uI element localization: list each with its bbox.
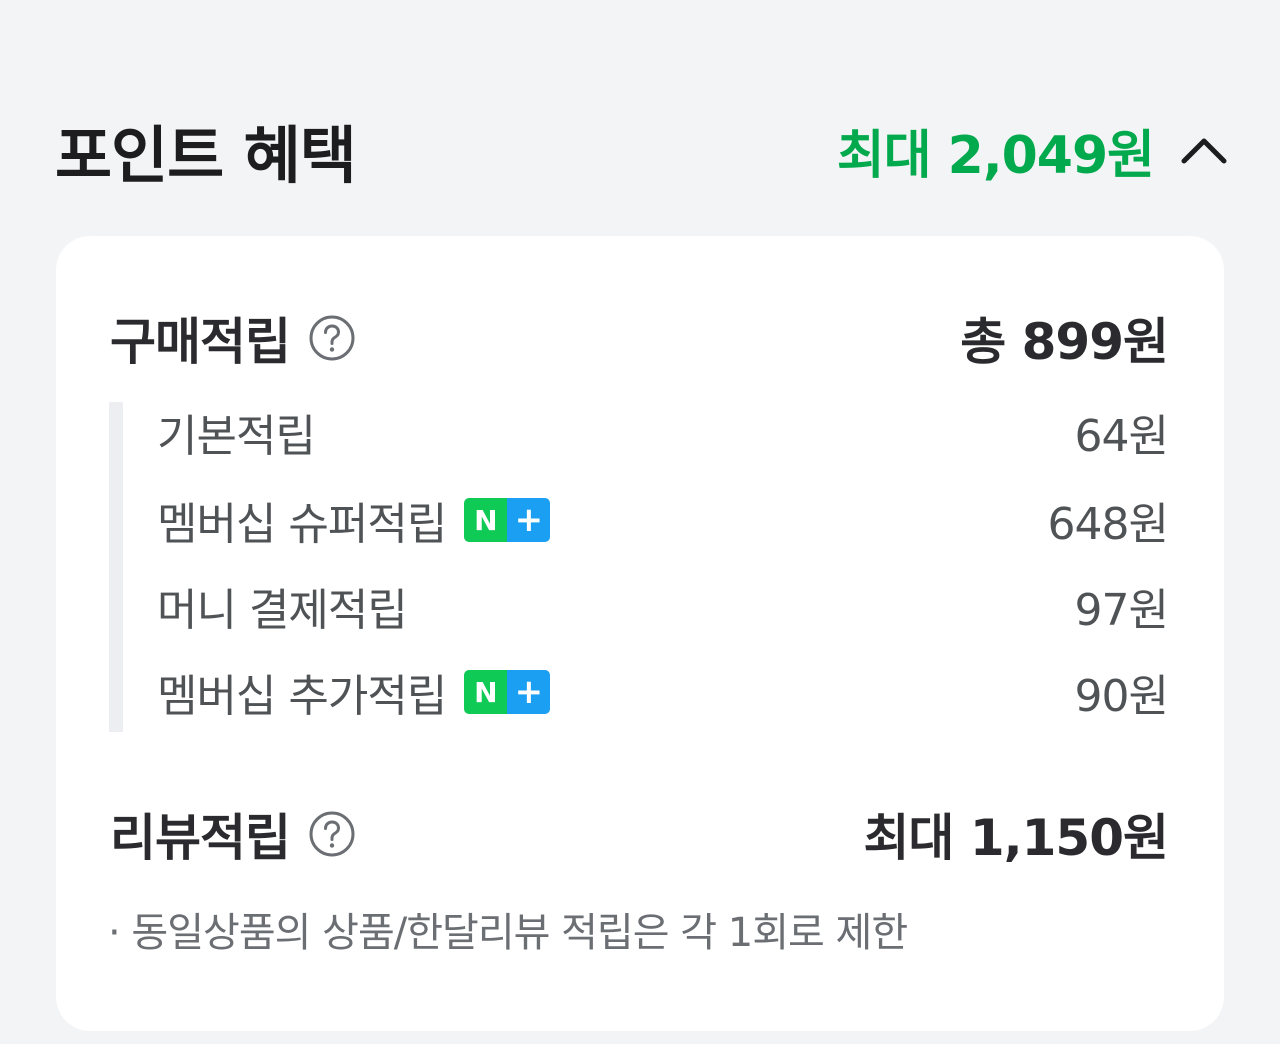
purchase-points-total: 총 899원 <box>960 313 1169 371</box>
question-circle-icon[interactable] <box>308 314 356 362</box>
n-badge-letter: N <box>464 498 508 542</box>
naver-plus-badge: N + <box>464 670 551 714</box>
list-item-label: 멤버십 추가적립 <box>157 671 447 722</box>
list-item-label: 기본적립 <box>157 411 316 462</box>
list-item-basic: 기본적립 64원 <box>157 402 1169 462</box>
review-limit-note: · 동일상품의 상품/한달리뷰 적립은 각 1회로 제한 <box>108 910 908 956</box>
list-item-value: 648원 <box>1047 499 1169 550</box>
review-points-total: 최대 1,150원 <box>863 809 1169 867</box>
list-item-membership-super: 멤버십 슈퍼적립 N + 648원 <box>157 490 1169 550</box>
purchase-points-breakdown: 기본적립 64원 멤버십 슈퍼적립 N + 648원 머니 결제적립 97원 멤… <box>109 402 1169 732</box>
list-item-value: 90원 <box>1074 671 1169 722</box>
review-points-label: 리뷰적립 <box>110 809 291 867</box>
question-circle-icon[interactable] <box>308 810 356 858</box>
naver-plus-badge: N + <box>464 498 551 542</box>
chevron-up-icon[interactable] <box>1180 126 1228 174</box>
benefit-toggle[interactable]: 최대 2,049원 <box>837 113 1228 188</box>
list-item-value: 64원 <box>1074 411 1169 462</box>
benefit-card: 구매적립 총 899원 기본적립 64원 멤버십 슈퍼적립 N + 648원 머… <box>56 236 1224 1031</box>
list-item-membership-extra: 멤버십 추가적립 N + 90원 <box>157 662 1169 722</box>
plus-badge-sign: + <box>507 498 551 542</box>
purchase-points-label-group: 구매적립 <box>110 302 356 374</box>
list-item-label: 멤버십 슈퍼적립 <box>157 499 447 550</box>
max-total-points: 최대 2,049원 <box>836 125 1155 186</box>
purchase-points-row: 구매적립 총 899원 <box>110 308 1169 371</box>
list-item-label: 머니 결제적립 <box>157 585 408 636</box>
list-item-money-payment: 머니 결제적립 97원 <box>157 576 1169 636</box>
review-points-row: 리뷰적립 최대 1,150원 <box>110 804 1169 867</box>
review-points-label-group: 리뷰적립 <box>110 798 356 870</box>
n-badge-letter: N <box>464 670 508 714</box>
point-benefit-header: 포인트 혜택 최대 2,049원 <box>55 95 1228 205</box>
page-title: 포인트 혜택 <box>55 119 357 192</box>
list-item-value: 97원 <box>1074 585 1169 636</box>
plus-badge-sign: + <box>507 670 551 714</box>
purchase-points-label: 구매적립 <box>110 313 291 371</box>
